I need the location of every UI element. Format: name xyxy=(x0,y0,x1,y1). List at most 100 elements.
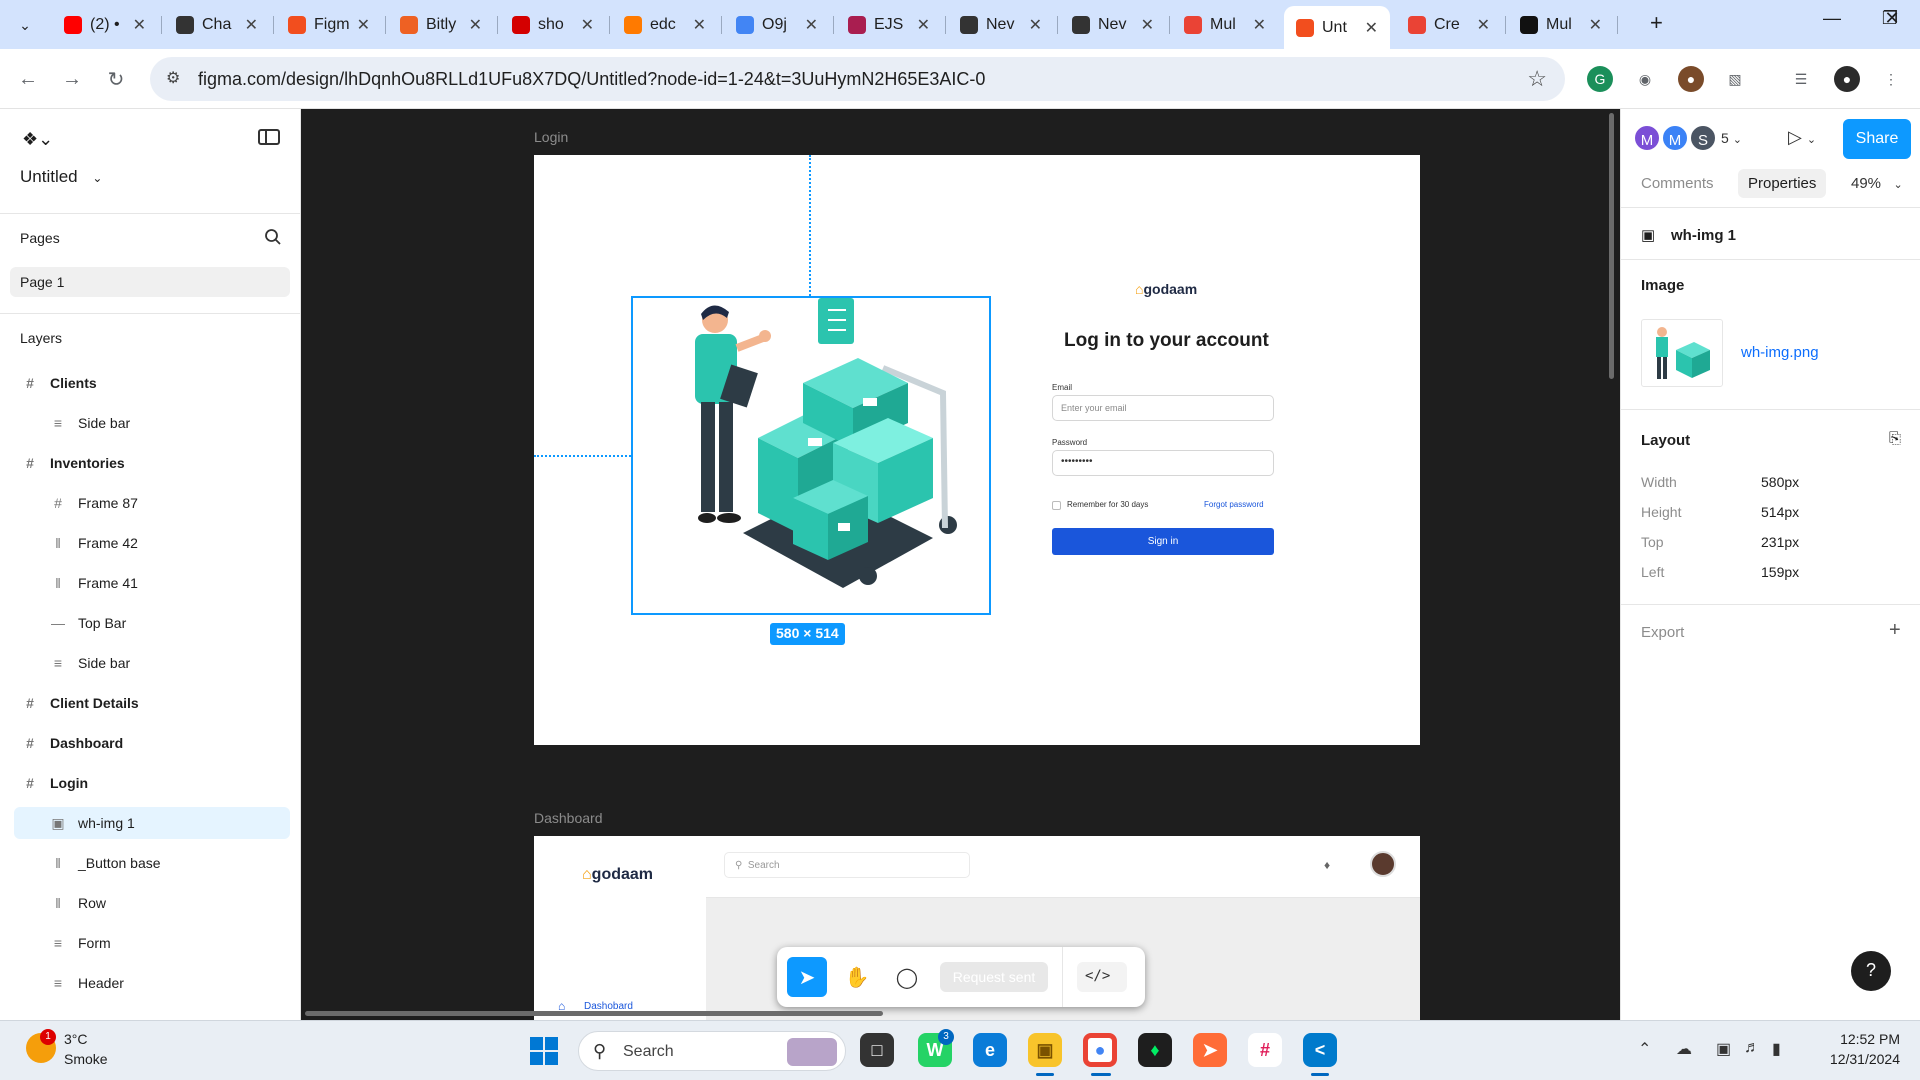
help-button[interactable]: ? xyxy=(1851,951,1891,991)
layer-item[interactable]: # Dashboard xyxy=(0,726,300,760)
layer-item[interactable]: ≡ Header xyxy=(0,966,300,1000)
tab-comments[interactable]: Comments xyxy=(1641,175,1714,192)
horizontal-scrollbar[interactable] xyxy=(305,1011,883,1016)
edge-icon[interactable]: e xyxy=(973,1033,1007,1067)
battery-icon[interactable]: ▮ xyxy=(1772,1039,1781,1059)
tab-search-chevron-icon[interactable]: ⌄ xyxy=(12,12,38,38)
forward-arrow-icon[interactable]: → xyxy=(56,63,88,95)
task-view-icon[interactable]: □ xyxy=(860,1033,894,1067)
layer-item[interactable]: ≡ Form xyxy=(0,926,300,960)
browser-tab[interactable]: Cha ✕ xyxy=(164,8,270,42)
clipboard-icon[interactable]: ⎘ xyxy=(1889,430,1901,447)
dashboard-frame-label[interactable]: Dashboard xyxy=(534,810,603,826)
close-window-icon[interactable]: ✕ xyxy=(1872,8,1912,29)
close-tab-icon[interactable]: ✕ xyxy=(1141,15,1154,35)
avatar[interactable]: M xyxy=(1661,124,1689,152)
grammarly-extension-icon[interactable]: G xyxy=(1587,66,1613,92)
forgot-password-link[interactable]: Forgot password xyxy=(1204,500,1264,509)
vscode-icon[interactable]: < xyxy=(1303,1033,1337,1067)
email-field[interactable]: Enter your email xyxy=(1052,395,1274,421)
add-export-plus-icon[interactable]: + xyxy=(1889,619,1901,642)
camera-extension-icon[interactable]: ◉ xyxy=(1632,66,1658,92)
postman-icon[interactable]: ➤ xyxy=(1193,1033,1227,1067)
browser-tab[interactable]: EJS ✕ xyxy=(836,8,942,42)
browser-tab[interactable]: Nev ✕ xyxy=(948,8,1054,42)
page-item-page-1[interactable]: Page 1 xyxy=(10,267,290,297)
clock-date[interactable]: 12/31/2024 xyxy=(1810,1051,1900,1067)
close-tab-icon[interactable]: ✕ xyxy=(1589,15,1602,35)
new-tab-plus-icon[interactable]: + xyxy=(1650,10,1663,36)
avatar[interactable]: M xyxy=(1633,124,1661,152)
layer-item[interactable]: # Client Details xyxy=(0,686,300,720)
bookmark-star-icon[interactable]: ☆ xyxy=(1527,66,1547,92)
url-text[interactable]: figma.com/design/lhDqnhOu8RLLd1UFu8X7DQ/… xyxy=(198,69,985,90)
vertical-scrollbar[interactable] xyxy=(1609,113,1614,379)
wh-img-selected-image[interactable] xyxy=(631,296,991,615)
browser-tab[interactable]: Bitly ✕ xyxy=(388,8,494,42)
close-tab-icon[interactable]: ✕ xyxy=(133,15,146,35)
clock-time[interactable]: 12:52 PM xyxy=(1810,1031,1900,1047)
layer-item[interactable]: # Login xyxy=(0,766,300,800)
site-settings-icon[interactable]: ⚙ xyxy=(166,68,180,88)
browser-tab[interactable]: Figm ✕ xyxy=(276,8,382,42)
layer-item[interactable]: — Top Bar xyxy=(0,606,300,640)
close-tab-icon[interactable]: ✕ xyxy=(245,15,258,35)
browser-tab[interactable]: Cre ✕ xyxy=(1396,8,1502,42)
layer-item[interactable]: ‖ _Button base xyxy=(0,846,300,880)
chrome-icon[interactable]: ● xyxy=(1083,1033,1117,1067)
extensions-puzzle-icon[interactable]: ▧ xyxy=(1722,66,1748,92)
close-tab-icon[interactable]: ✕ xyxy=(469,15,482,35)
profile-avatar[interactable]: ● xyxy=(1834,66,1860,92)
browser-tab[interactable]: Mul ✕ xyxy=(1508,8,1614,42)
file-menu-chevron-icon[interactable]: ⌄ xyxy=(92,171,102,185)
layer-item[interactable]: # Frame 87 xyxy=(0,486,300,520)
back-arrow-icon[interactable]: ← xyxy=(12,63,44,95)
layer-item[interactable]: ‖ Frame 41 xyxy=(0,566,300,600)
close-tab-icon[interactable]: ✕ xyxy=(581,15,594,35)
volume-icon[interactable]: ♬ xyxy=(1744,1039,1760,1057)
browser-tab[interactable]: Nev ✕ xyxy=(1060,8,1166,42)
present-play-icon[interactable]: ▷ ⌄ xyxy=(1788,127,1816,148)
address-bar[interactable]: ⚙ figma.com/design/lhDqnhOu8RLLd1UFu8X7D… xyxy=(150,57,1565,101)
collaborator-count[interactable]: 5 ⌄ xyxy=(1721,130,1742,146)
layer-item[interactable]: ▣ wh-img 1 xyxy=(0,806,300,840)
zoom-level[interactable]: 49% ⌄ xyxy=(1851,175,1903,192)
browser-tab[interactable]: O9j ✕ xyxy=(724,8,830,42)
search-icon[interactable] xyxy=(264,228,282,246)
layer-item[interactable]: ≡ Side bar xyxy=(0,646,300,680)
mongodb-icon[interactable]: ♦ xyxy=(1138,1033,1172,1067)
weather-temperature[interactable]: 3°C xyxy=(64,1031,88,1047)
slack-icon[interactable]: # xyxy=(1248,1033,1282,1067)
show-hidden-icons-chevron-icon[interactable]: ⌃ xyxy=(1638,1039,1651,1059)
avatar[interactable] xyxy=(1370,851,1396,877)
close-tab-icon[interactable]: ✕ xyxy=(693,15,706,35)
figma-canvas[interactable]: Login 580 × 514 ⌂godaam Log in to your a… xyxy=(301,109,1620,1020)
layer-item[interactable]: # Inventories xyxy=(0,446,300,480)
minimize-window-icon[interactable]: — xyxy=(1812,8,1852,29)
request-sent-button[interactable]: Request sent xyxy=(940,962,1048,992)
tab-properties[interactable]: Properties xyxy=(1738,169,1827,198)
browser-tab[interactable]: Unt ✕ xyxy=(1284,6,1390,49)
media-control-icon[interactable]: ☰ xyxy=(1788,66,1814,92)
share-button[interactable]: Share xyxy=(1843,119,1911,159)
dashboard-search-input[interactable]: ⚲ Search xyxy=(724,852,970,878)
chrome-menu-icon[interactable]: ⋮ xyxy=(1878,66,1904,92)
hand-tool-icon[interactable]: ✋ xyxy=(837,957,877,997)
taskbar-search-box[interactable]: ⚲ Search xyxy=(578,1031,846,1071)
close-tab-icon[interactable]: ✕ xyxy=(1477,15,1490,35)
avatar[interactable]: S xyxy=(1689,124,1717,152)
dev-mode-toggle[interactable]: </> xyxy=(1077,962,1127,992)
remember-checkbox[interactable] xyxy=(1052,501,1061,510)
figma-main-menu-icon[interactable]: ❖⌄ xyxy=(22,129,53,150)
weather-condition[interactable]: Smoke xyxy=(64,1051,108,1067)
file-title[interactable]: Untitled ⌄ xyxy=(20,167,102,187)
reload-icon[interactable]: ↻ xyxy=(100,63,132,95)
close-tab-icon[interactable]: ✕ xyxy=(805,15,818,35)
password-field[interactable]: ••••••••• xyxy=(1052,450,1274,476)
image-thumbnail[interactable] xyxy=(1641,319,1723,387)
layer-item[interactable]: ‖ Row xyxy=(0,886,300,920)
layer-item[interactable]: # Clients xyxy=(0,366,300,400)
close-tab-icon[interactable]: ✕ xyxy=(1253,15,1266,35)
display-icon[interactable]: ▣ xyxy=(1716,1039,1731,1059)
comment-tool-icon[interactable]: ◯ xyxy=(887,957,927,997)
